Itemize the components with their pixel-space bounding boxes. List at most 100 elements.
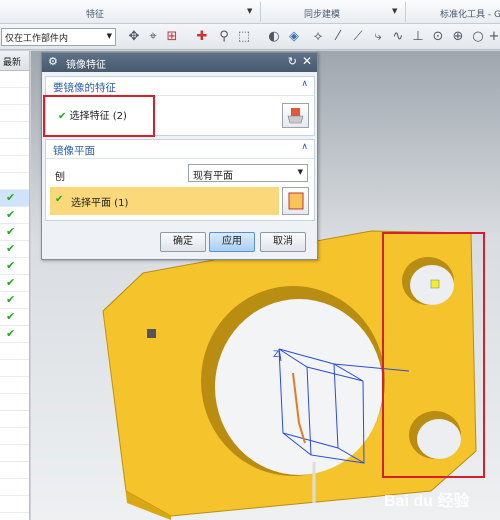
- navigator-row[interactable]: [0, 343, 29, 360]
- chevron-down-icon: ▼: [106, 32, 112, 40]
- check-icon: ✔: [6, 208, 16, 221]
- check-icon: ✔: [6, 242, 16, 255]
- navigator-row[interactable]: ✔: [0, 275, 29, 292]
- apply-button[interactable]: 应用: [209, 232, 255, 252]
- line-icon[interactable]: ⁄: [330, 29, 346, 45]
- navigator-row[interactable]: ✔: [0, 309, 29, 326]
- select-plane-label: 选择平面 (1): [71, 198, 129, 209]
- select-plane-button[interactable]: [282, 187, 309, 215]
- check-icon: ✔: [6, 225, 16, 238]
- navigator-column-latest[interactable]: 最新: [0, 51, 29, 71]
- plane-type-value: 现有平面: [193, 171, 233, 182]
- ribbon-group-sync-modeling[interactable]: 同步建模: [304, 7, 340, 20]
- mirror-feature-dialog[interactable]: ⚙ 镜像特征 ↻ ✕ 要镜像的特征 ∧ ✔ 选择特征 (2) 镜像平面 ∧ 刨 …: [41, 52, 318, 260]
- navigator-row[interactable]: ✔: [0, 292, 29, 309]
- navigator-row[interactable]: [0, 105, 29, 122]
- curve-icon[interactable]: ⟋: [350, 29, 366, 45]
- navigator-row[interactable]: [0, 479, 29, 496]
- select-feature-button[interactable]: [282, 103, 309, 128]
- feature-section-header[interactable]: 要镜像的特征 ∧: [46, 77, 314, 96]
- highlight-box-mirror-features: [382, 232, 485, 478]
- navigator-row[interactable]: [0, 71, 29, 88]
- close-icon[interactable]: ✕: [302, 54, 312, 68]
- scope-filter-select[interactable]: 仅在工作部件内 ▼: [1, 28, 116, 46]
- check-icon: ✔: [55, 194, 64, 205]
- check-icon: ✔: [6, 191, 16, 204]
- navigator-row[interactable]: [0, 428, 29, 445]
- chevron-down-icon[interactable]: ▼: [247, 7, 252, 15]
- pin-icon[interactable]: ⚲: [216, 29, 232, 45]
- chevron-up-icon[interactable]: ∧: [301, 79, 308, 89]
- selection-toolbar: 仅在工作部件内 ▼ ✥ ⌖ ⊞ ✚ ⚲ ⬚ ◐ ◈ ⟡ ⁄ ⟋ ⤷ ∿ ⊥ ⊙ …: [0, 24, 500, 50]
- watermark: Bai du 经验: [384, 493, 470, 510]
- gear-icon[interactable]: ⚙: [48, 55, 58, 68]
- chevron-down-icon[interactable]: ▼: [392, 7, 397, 15]
- navigator-row[interactable]: [0, 377, 29, 394]
- chevron-up-icon[interactable]: ∧: [301, 142, 308, 152]
- datum-marker: [147, 329, 156, 338]
- check-icon: ✔: [6, 310, 16, 323]
- navigator-row[interactable]: ✔: [0, 241, 29, 258]
- navigator-row[interactable]: [0, 139, 29, 156]
- plus-icon[interactable]: +: [486, 29, 500, 45]
- point-icon[interactable]: ✚: [194, 29, 210, 45]
- arc-icon[interactable]: ⤷: [370, 29, 386, 45]
- check-icon: ✔: [6, 293, 16, 306]
- navigator-row[interactable]: [0, 411, 29, 428]
- navigator-row[interactable]: ✔: [0, 207, 29, 224]
- check-icon: ✔: [6, 259, 16, 272]
- navigator-row[interactable]: ✔: [0, 258, 29, 275]
- scope-filter-value: 仅在工作部件内: [5, 34, 69, 44]
- divider: [405, 2, 406, 22]
- cube-icon[interactable]: ◈: [286, 29, 302, 45]
- ok-button[interactable]: 确定: [160, 232, 206, 252]
- navigator-row[interactable]: ✔: [0, 326, 29, 343]
- check-icon: ✔: [6, 276, 16, 289]
- navigator-row[interactable]: [0, 445, 29, 462]
- select-plane-row[interactable]: ✔ 选择平面 (1): [50, 187, 279, 215]
- navigator-row[interactable]: [0, 462, 29, 479]
- navigator-row[interactable]: [0, 156, 29, 173]
- plane-section: 镜像平面 ∧ 刨 现有平面 ▼ ✔ 选择平面 (1): [45, 139, 315, 221]
- plane-section-header[interactable]: 镜像平面 ∧: [46, 140, 314, 159]
- ribbon-group-standard-tools[interactable]: 标准化工具 - G: [440, 7, 500, 20]
- divider: [260, 2, 261, 22]
- navigator-row[interactable]: [0, 122, 29, 139]
- center-icon[interactable]: ⊕: [450, 29, 466, 45]
- select-icon[interactable]: ⌖: [145, 29, 161, 45]
- axis-icon[interactable]: ⊥: [410, 29, 426, 45]
- navigator-row[interactable]: [0, 360, 29, 377]
- axis-label-z: Z: [273, 350, 279, 360]
- feature-select-icon: [287, 108, 304, 124]
- plane-select-icon: [288, 192, 304, 210]
- plane-type-select[interactable]: 现有平面 ▼: [188, 164, 308, 182]
- sketch-icon[interactable]: ⟡: [310, 29, 326, 45]
- navigator-rows: ✔ ✔ ✔ ✔ ✔ ✔ ✔ ✔ ✔: [0, 71, 29, 513]
- reset-icon[interactable]: ↻: [288, 55, 297, 68]
- ribbon-group-bar: 特征 ▼ 同步建模 ▼ 标准化工具 - G: [0, 0, 500, 24]
- ribbon-group-features[interactable]: 特征: [86, 7, 104, 20]
- navigator-row[interactable]: [0, 394, 29, 411]
- bore-floor: [215, 299, 383, 475]
- part-navigator: 最新 ✔ ✔ ✔ ✔ ✔ ✔ ✔ ✔ ✔: [0, 51, 30, 520]
- plane-section-title: 镜像平面: [53, 145, 95, 157]
- dialog-title-bar[interactable]: ⚙ 镜像特征 ↻ ✕: [42, 53, 317, 72]
- shade-icon[interactable]: ◐: [266, 29, 282, 45]
- filter-icon[interactable]: ⊞: [164, 29, 180, 45]
- navigator-row[interactable]: ✔: [0, 224, 29, 241]
- navigator-row[interactable]: [0, 496, 29, 513]
- highlight-box-select-feature: [43, 95, 155, 137]
- feature-section-title: 要镜像的特征: [53, 82, 116, 94]
- navigator-row[interactable]: [0, 173, 29, 190]
- snap-icon[interactable]: ✥: [126, 29, 142, 45]
- circle-icon[interactable]: ⊙: [430, 29, 446, 45]
- dialog-title: 镜像特征: [66, 60, 106, 71]
- origin-icon[interactable]: ○: [470, 29, 486, 45]
- box-select-icon[interactable]: ⬚: [236, 29, 252, 45]
- chevron-down-icon: ▼: [297, 168, 303, 176]
- navigator-row[interactable]: ✔: [0, 190, 29, 207]
- spline-icon[interactable]: ∿: [390, 29, 406, 45]
- plane-type-label: 刨: [55, 172, 65, 183]
- cancel-button[interactable]: 取消: [260, 232, 306, 252]
- navigator-row[interactable]: [0, 88, 29, 105]
